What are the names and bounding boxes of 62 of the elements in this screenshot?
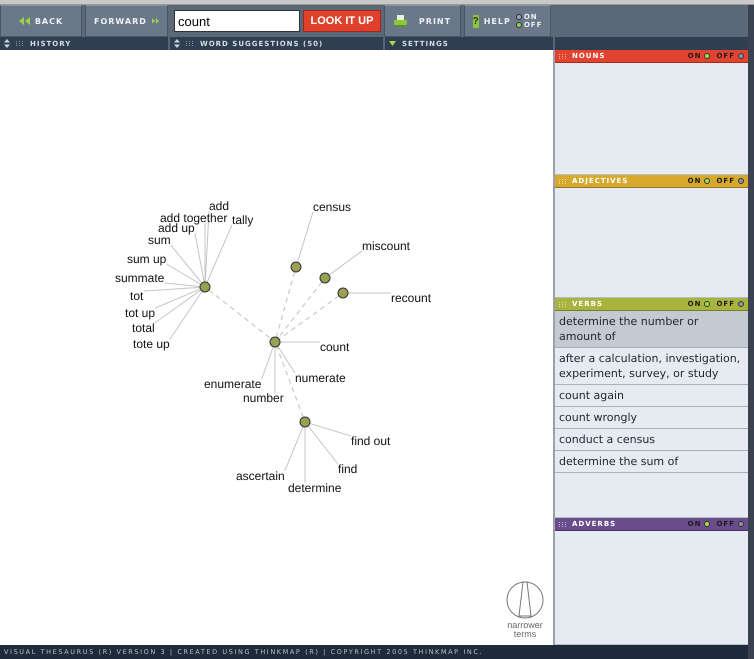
help-icon: ? <box>472 14 479 28</box>
word-label[interactable]: enumerate <box>204 377 262 391</box>
word-label[interactable]: tote up <box>133 337 170 351</box>
help-label: HELP <box>484 16 511 26</box>
double-left-arrow-icon <box>18 17 30 25</box>
word-label[interactable]: total <box>132 321 155 335</box>
link-line <box>296 212 314 263</box>
link-line <box>328 250 362 276</box>
forward-button[interactable]: FORWARD <box>85 5 168 37</box>
narrow-triangle-circle-icon <box>506 581 544 619</box>
back-button[interactable]: BACK <box>0 5 82 37</box>
double-right-arrow-icon <box>152 17 159 25</box>
off-radio[interactable] <box>738 521 744 527</box>
meaning-node[interactable] <box>290 262 302 272</box>
sort-arrows-icon <box>174 39 180 48</box>
definition-item[interactable]: count wrongly <box>555 407 748 429</box>
word-label[interactable]: count <box>320 340 350 354</box>
meaning-node[interactable] <box>338 288 348 298</box>
definition-item[interactable]: determine the sum of <box>555 451 748 473</box>
word-label[interactable]: determine <box>288 481 342 495</box>
help-on-radio[interactable] <box>516 14 522 20</box>
on-radio[interactable] <box>704 301 710 307</box>
word-label[interactable]: recount <box>391 291 432 305</box>
word-label[interactable]: add <box>209 199 230 213</box>
dashed-link-line <box>208 290 272 340</box>
word-label[interactable]: numerate <box>295 371 346 385</box>
word-label[interactable]: tot <box>130 289 144 303</box>
help-off-radio[interactable] <box>516 22 522 28</box>
dropdown-triangle-icon <box>389 41 396 46</box>
definition-item[interactable]: conduct a census <box>555 429 748 451</box>
search-field[interactable]: count <box>174 10 300 32</box>
legend-label: narrower terms <box>506 621 544 639</box>
off-radio[interactable] <box>738 301 744 307</box>
word-label[interactable]: census <box>313 200 352 214</box>
on-radio[interactable] <box>704 178 710 184</box>
meaning-node[interactable] <box>270 336 280 348</box>
word-label[interactable]: find <box>338 462 358 476</box>
link-line <box>348 292 392 294</box>
word-label[interactable]: tot up <box>125 306 156 320</box>
print-button[interactable]: PRINT <box>384 5 461 37</box>
word-label[interactable]: find out <box>351 434 390 448</box>
meaning-node[interactable] <box>320 272 330 284</box>
word-label[interactable]: sum <box>148 233 171 247</box>
meaning-node[interactable] <box>300 416 310 428</box>
word-label[interactable]: miscount <box>362 239 410 253</box>
look-it-up-button[interactable]: LOOK IT UP <box>303 10 381 32</box>
sort-arrows-icon <box>4 39 10 48</box>
definition-item[interactable]: after a calculation, investigation, experiment, survey, or study <box>555 348 748 385</box>
link-line <box>277 346 296 374</box>
word-label[interactable]: sum up <box>127 252 166 266</box>
off-radio[interactable] <box>738 178 744 184</box>
on-radio[interactable] <box>704 521 710 527</box>
word-label[interactable]: summate <box>115 271 164 285</box>
word-label[interactable]: number <box>243 391 284 405</box>
word-label[interactable]: ascertain <box>236 469 285 483</box>
on-radio[interactable] <box>704 53 710 59</box>
meaning-node[interactable] <box>200 282 210 292</box>
word-label[interactable]: tally <box>232 213 254 227</box>
definition-item[interactable]: determine the number or amount of <box>555 311 748 348</box>
off-radio[interactable] <box>738 53 744 59</box>
printer-icon <box>394 15 407 27</box>
definition-item[interactable]: count again <box>555 385 748 407</box>
